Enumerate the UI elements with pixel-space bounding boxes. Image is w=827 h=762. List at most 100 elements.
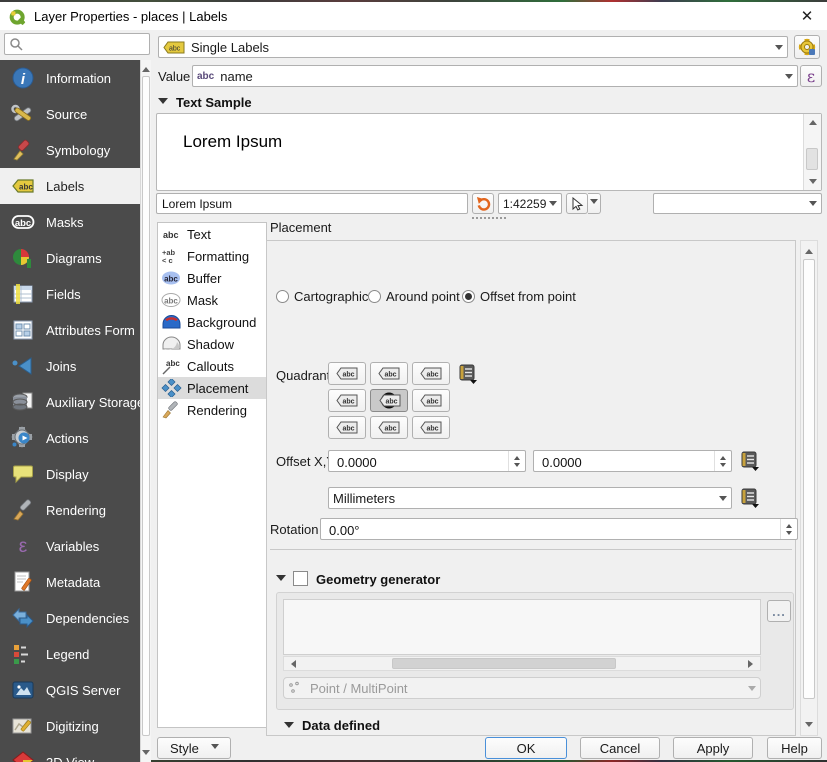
data-defined-collapse-icon[interactable] — [284, 722, 294, 733]
scroll-down-arrow[interactable] — [804, 179, 821, 188]
sidebar-item-auxiliary-storage[interactable]: Auxiliary Storage — [0, 384, 140, 420]
quadrant-left[interactable]: abc — [328, 389, 366, 412]
tab-mask[interactable]: abc Mask — [158, 289, 266, 311]
search-input[interactable] — [4, 33, 150, 55]
geometry-type-combo[interactable]: Point / MultiPoint — [283, 677, 761, 699]
sidebar-item-digitizing[interactable]: Digitizing — [0, 708, 140, 744]
scroll-left-arrow[interactable] — [287, 657, 296, 670]
close-button[interactable]: ✕ — [787, 7, 827, 25]
offset-x-input[interactable] — [335, 454, 489, 471]
sidebar-item-actions[interactable]: Actions — [0, 420, 140, 456]
cancel-button[interactable]: Cancel — [580, 737, 660, 759]
sidebar-item-legend[interactable]: Legend — [0, 636, 140, 672]
spin-arrows[interactable] — [714, 451, 731, 471]
preview-scale-combo[interactable]: 1:42259 — [498, 193, 562, 214]
value-field-combo[interactable]: abc name — [192, 65, 798, 87]
tab-placement[interactable]: Placement — [158, 377, 266, 399]
offset-y-spinbox[interactable] — [533, 450, 732, 472]
tab-formatting[interactable]: +ab < c Formatting — [158, 245, 266, 267]
quadrant-above-right[interactable]: abc — [412, 362, 450, 385]
geometry-expression-editor[interactable] — [283, 599, 761, 655]
quadrant-above[interactable]: abc — [370, 362, 408, 385]
sample-text: Lorem Ipsum — [183, 132, 282, 152]
information-icon: i — [10, 66, 36, 90]
sidebar-item-variables[interactable]: ε Variables — [0, 528, 140, 564]
help-button[interactable]: Help — [767, 737, 822, 759]
rotation-input[interactable] — [327, 522, 711, 539]
quadrant-right[interactable]: abc — [412, 389, 450, 412]
expression-builder-button[interactable]: ε — [800, 65, 822, 87]
text-sample-collapse-icon[interactable] — [158, 98, 168, 109]
svg-text:ε: ε — [19, 536, 28, 557]
radio-around-point[interactable]: Around point — [368, 289, 460, 304]
scroll-right-arrow[interactable] — [748, 657, 757, 670]
data-defined-override-button[interactable] — [740, 451, 760, 471]
quadrant-below-right[interactable]: abc — [412, 416, 450, 439]
apply-button[interactable]: Apply — [673, 737, 753, 759]
quadrant-over-selected[interactable]: abc — [370, 389, 408, 412]
map-scale-tool-button[interactable] — [566, 193, 588, 214]
scroll-down-arrow[interactable] — [801, 722, 817, 731]
sidebar-item-masks[interactable]: abc Masks — [0, 204, 140, 240]
reset-sample-button[interactable] — [472, 193, 494, 214]
scroll-up-arrow[interactable] — [804, 116, 821, 125]
labels-mode-combo[interactable]: abc Single Labels — [158, 36, 788, 58]
splitter-handle[interactable] — [472, 217, 506, 219]
offset-units-combo[interactable]: Millimeters — [328, 487, 732, 509]
offset-y-input[interactable] — [540, 454, 694, 471]
scrollbar-thumb[interactable] — [806, 148, 818, 170]
tab-shadow[interactable]: Shadow — [158, 333, 266, 355]
sidebar-item-attributes-form[interactable]: Attributes Form — [0, 312, 140, 348]
map-scale-tool-dropdown[interactable] — [588, 193, 601, 214]
rotation-spinbox[interactable] — [320, 518, 798, 540]
tab-buffer[interactable]: abc Buffer — [158, 267, 266, 289]
sidebar-item-display[interactable]: Display — [0, 456, 140, 492]
expression-horizontal-scrollbar[interactable] — [283, 656, 761, 671]
sample-text-input[interactable] — [156, 193, 468, 214]
geometry-generator-checkbox[interactable] — [293, 571, 308, 586]
spin-arrows[interactable] — [508, 451, 525, 471]
quadrant-below[interactable]: abc — [370, 416, 408, 439]
ok-button[interactable]: OK — [485, 737, 567, 759]
scroll-up-arrow[interactable] — [141, 63, 151, 72]
radio-cartographic[interactable]: Cartographic — [276, 289, 368, 304]
sidebar-item-source[interactable]: Source — [0, 96, 140, 132]
data-defined-override-button[interactable] — [740, 488, 760, 508]
sidebar-item-dependencies[interactable]: Dependencies — [0, 600, 140, 636]
sidebar-item-fields[interactable]: Fields — [0, 276, 140, 312]
sidebar-item-labels[interactable]: abc Labels — [0, 168, 140, 204]
quadrant-above-left[interactable]: abc — [328, 362, 366, 385]
sample-vertical-scrollbar[interactable] — [803, 114, 821, 190]
scrollbar-thumb[interactable] — [803, 259, 815, 699]
auto-placement-settings-button[interactable] — [794, 35, 820, 59]
sidebar-item-information[interactable]: i Information — [0, 60, 140, 96]
layer-properties-dialog: Layer Properties - places | Labels ✕ abc… — [0, 0, 827, 762]
sidebar-item-metadata[interactable]: Metadata — [0, 564, 140, 600]
sidebar-item-rendering[interactable]: Rendering — [0, 492, 140, 528]
svg-text:abc: abc — [163, 230, 179, 240]
placement-scrollbar[interactable] — [800, 240, 818, 736]
tab-callouts[interactable]: abc Callouts — [158, 355, 266, 377]
sidebar-item-diagrams[interactable]: Diagrams — [0, 240, 140, 276]
tab-text[interactable]: abc Text — [158, 223, 266, 245]
sidebar-item-qgis-server[interactable]: QGIS Server — [0, 672, 140, 708]
scroll-down-arrow[interactable] — [141, 750, 151, 759]
geometry-generator-collapse-icon[interactable] — [276, 575, 286, 586]
sidebar-scrollbar[interactable] — [140, 60, 151, 762]
radio-offset-from-point[interactable]: Offset from point — [462, 289, 576, 304]
offset-x-spinbox[interactable] — [328, 450, 526, 472]
sidebar-item-3d-view[interactable]: 3D View — [0, 744, 140, 762]
scrollbar-thumb[interactable] — [142, 76, 150, 736]
sidebar-item-joins[interactable]: Joins — [0, 348, 140, 384]
tab-rendering[interactable]: Rendering — [158, 399, 266, 421]
scrollbar-thumb[interactable] — [392, 658, 616, 669]
quadrant-below-left[interactable]: abc — [328, 416, 366, 439]
expression-ellipsis-button[interactable]: ... — [767, 600, 791, 622]
style-menu-button[interactable]: Style — [157, 737, 231, 759]
spin-arrows[interactable] — [780, 519, 797, 539]
data-defined-override-button[interactable] — [458, 364, 478, 384]
scroll-up-arrow[interactable] — [801, 245, 817, 254]
preview-background-combo[interactable] — [653, 193, 822, 214]
tab-background[interactable]: Background — [158, 311, 266, 333]
sidebar-item-symbology[interactable]: Symbology — [0, 132, 140, 168]
